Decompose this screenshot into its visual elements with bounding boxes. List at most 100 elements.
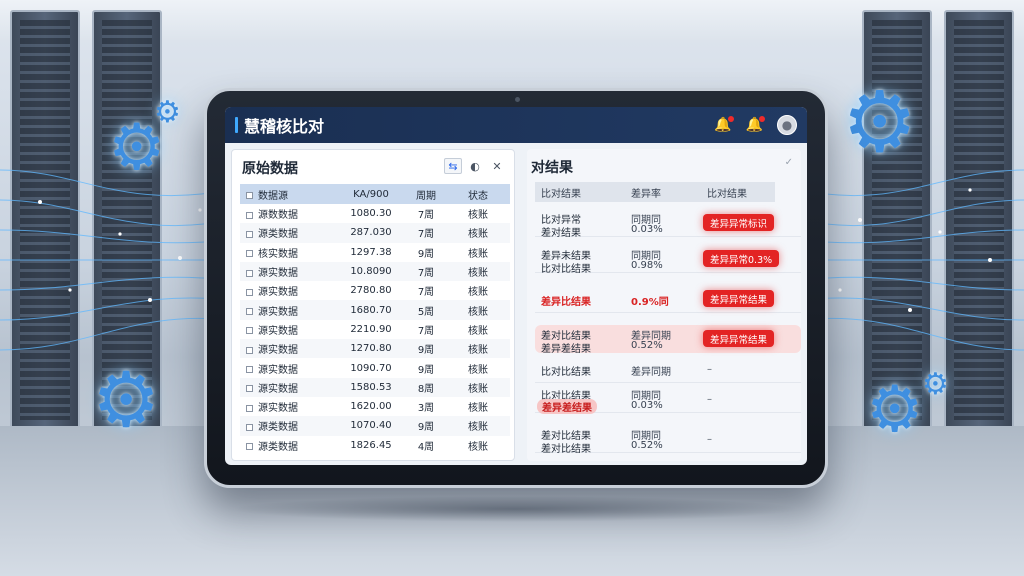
- result-title: 对结果: [531, 160, 573, 176]
- table-row[interactable]: 核实数据 1297.38 9周 核账: [240, 243, 510, 262]
- anomaly-badge[interactable]: 差异异常0.3%: [703, 250, 780, 267]
- table-row[interactable]: 源实数据 1680.70 5周 核账: [240, 300, 510, 320]
- result-value: 0.9%同: [631, 297, 669, 308]
- result-label: 差异差结果: [541, 344, 591, 355]
- table-cell: 1080.30: [350, 208, 392, 220]
- difference-rate: 0.98%: [631, 260, 663, 271]
- table-row[interactable]: 源实数据 1620.00 3周 核账: [240, 397, 510, 416]
- table-cell: 源实数据: [240, 377, 336, 397]
- table-cell: 源实数据: [240, 281, 336, 300]
- table-cell: 9周: [406, 339, 446, 359]
- row-checkbox[interactable]: [246, 269, 253, 277]
- table-cell: 1070.40: [336, 416, 406, 436]
- row-checkbox[interactable]: [246, 308, 253, 316]
- user-avatar-icon[interactable]: ●: [777, 115, 797, 135]
- row-checkbox[interactable]: [246, 230, 253, 238]
- table-cell: 7周: [417, 325, 435, 337]
- table-cell: 源类数据: [240, 436, 336, 455]
- table-cell: 10.8090: [336, 261, 406, 282]
- difference-rate: 0.03%: [631, 224, 663, 235]
- result-row[interactable]: 差异未结果 比对比结果 同期同 0.98% 差异异常0.3%: [535, 245, 801, 275]
- result-label: 差异比结果: [541, 297, 591, 308]
- result-row[interactable]: 比对比结果 差异差结果 同期同 0.03% –: [535, 385, 801, 414]
- row-checkbox[interactable]: [246, 404, 253, 412]
- close-icon[interactable]: ✕: [488, 158, 506, 174]
- table-cell: 源实数据: [240, 339, 336, 359]
- row-checkbox[interactable]: [246, 346, 253, 354]
- table-cell: 源实数据: [240, 358, 336, 377]
- table-row[interactable]: 源实数据 2780.80 7周 核账: [240, 281, 510, 300]
- alert-bell-icon[interactable]: 🔔: [746, 116, 765, 133]
- column-header[interactable]: 数据源: [240, 184, 336, 204]
- anomaly-badge[interactable]: 差异异常结果: [703, 290, 775, 307]
- table-row[interactable]: 源数数据 1080.30 7周 核账: [240, 204, 510, 223]
- anomaly-badge[interactable]: 差异异常标识: [703, 214, 775, 231]
- table-cell: 核账: [446, 223, 510, 243]
- column-header[interactable]: 周期: [406, 184, 446, 204]
- app-title: 慧稽核比对: [244, 117, 325, 136]
- table-row[interactable]: 源实数据 10.8090 7周 核账: [240, 261, 510, 282]
- row-checkbox[interactable]: [246, 423, 253, 431]
- table-cell: 8周: [406, 377, 446, 397]
- column-header[interactable]: 状态: [446, 184, 510, 204]
- table-cell: 7周: [417, 287, 435, 299]
- table-cell: 3周: [417, 403, 435, 415]
- row-checkbox[interactable]: [246, 366, 253, 374]
- table-row[interactable]: 源实数据 2210.90 7周 核账: [240, 320, 510, 339]
- result-row[interactable]: 差对比结果 差异差结果 差异同期 0.52% 差异异常结果: [535, 325, 801, 355]
- row-checkbox[interactable]: [246, 211, 253, 219]
- table-cell: 1680.70: [336, 300, 406, 320]
- table-cell: 9周: [417, 364, 435, 376]
- app-screen: 慧稽核比对 🔔 🔔 ● 原始数据 ⇆ ◐ ✕ 数据源 KA/900 周期 状态: [225, 107, 807, 465]
- table-cell: 7周: [406, 223, 446, 243]
- bell-icon[interactable]: 🔔: [714, 116, 734, 133]
- table-row[interactable]: 源实数据 1580.53 8周 核账: [240, 377, 510, 397]
- table-cell: 2210.90: [350, 323, 392, 335]
- row-checkbox[interactable]: [246, 250, 253, 258]
- table-cell: 源类数据: [240, 223, 336, 243]
- empty-marker: –: [707, 434, 712, 445]
- raw-data-panel: 原始数据 ⇆ ◐ ✕ 数据源 KA/900 周期 状态 源数数据 1080.30 7…: [231, 149, 515, 461]
- table-row[interactable]: 源类数据 1070.40 9周 核账: [240, 416, 510, 436]
- comparison-result-panel: 对结果 ✓ 比对结果 差异率 比对结果 比对异常 差对结果 同期同 0.03% 差异异常…: [527, 149, 801, 461]
- table-row[interactable]: 源实数据 1270.80 9周 核账: [240, 339, 510, 359]
- table-cell: 核账: [468, 441, 488, 453]
- result-label: 比对比结果: [541, 367, 591, 378]
- gear-icon: ⚙: [866, 373, 924, 447]
- result-row[interactable]: 差对比结果 差对比结果 同期同 0.52% –: [535, 425, 801, 455]
- difference-rate: 0.52%: [631, 440, 663, 451]
- anomaly-pill: 差异差结果: [537, 399, 597, 414]
- row-checkbox[interactable]: [246, 443, 253, 451]
- refresh-icon[interactable]: ◐: [466, 158, 484, 174]
- result-row[interactable]: 比对比结果 差异同期 –: [535, 355, 801, 383]
- column-header[interactable]: KA/900: [336, 184, 406, 204]
- row-checkbox[interactable]: [246, 327, 253, 335]
- table-row[interactable]: 源实数据 1090.70 9周 核账: [240, 358, 510, 377]
- table-cell: 9周: [406, 416, 446, 436]
- table-header-row: 数据源 KA/900 周期 状态: [240, 184, 510, 204]
- table-cell: 287.030: [336, 223, 406, 243]
- table-cell: 5周: [406, 300, 446, 320]
- table-cell: 源实数据: [240, 300, 336, 320]
- notification-dot: [759, 116, 765, 122]
- sync-icon[interactable]: ⇆: [444, 158, 462, 174]
- row-checkbox[interactable]: [246, 385, 253, 393]
- title-accent-bar: [235, 117, 238, 133]
- difference-rate: 0.52%: [631, 340, 663, 351]
- column-header[interactable]: 差异率: [631, 185, 661, 200]
- table-cell: 核账: [468, 287, 488, 299]
- table-cell: 4周: [417, 441, 435, 453]
- select-all-checkbox[interactable]: [246, 192, 253, 199]
- row-checkbox[interactable]: [246, 288, 253, 296]
- result-row[interactable]: 比对异常 差对结果 同期同 0.03% 差异异常标识: [535, 209, 801, 239]
- column-header[interactable]: 比对结果: [707, 185, 747, 200]
- result-row[interactable]: 差异比结果 0.9%同 差异异常结果: [535, 285, 801, 313]
- column-header[interactable]: 比对结果: [541, 185, 581, 200]
- table-cell: 源实数据: [240, 261, 336, 282]
- table-row[interactable]: 源类数据 1826.45 4周 核账: [240, 436, 510, 455]
- table-cell: 核账: [468, 248, 488, 260]
- empty-marker: –: [707, 394, 712, 405]
- anomaly-badge[interactable]: 差异异常结果: [703, 330, 775, 347]
- check-icon[interactable]: ✓: [785, 157, 793, 168]
- table-row[interactable]: 源类数据 287.030 7周 核账: [240, 223, 510, 243]
